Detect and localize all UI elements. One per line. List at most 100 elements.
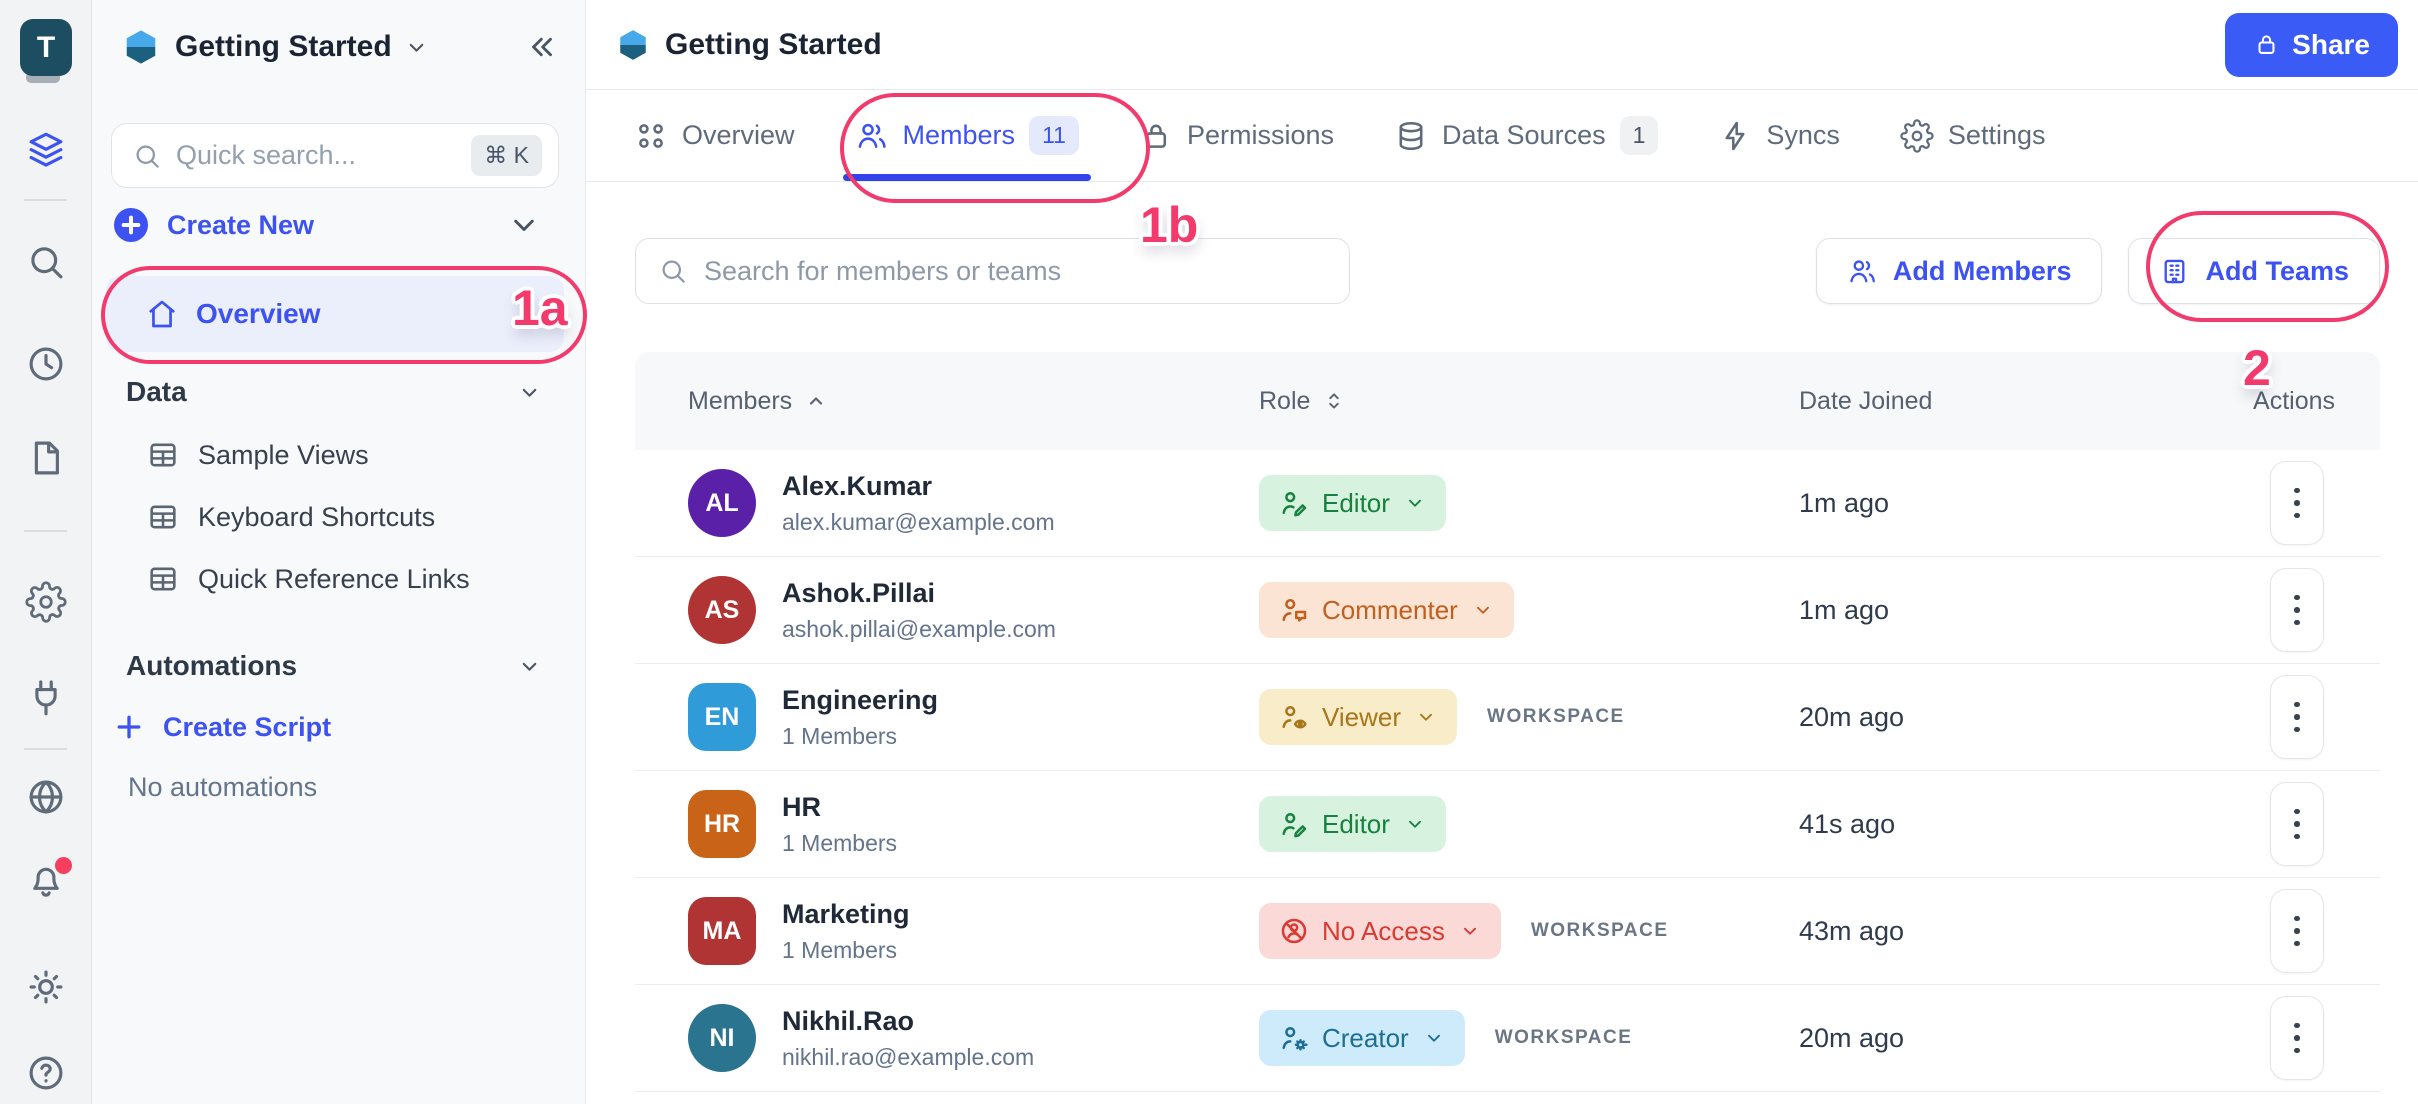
role-pill-commenter[interactable]: Commenter [1259, 582, 1514, 638]
workspace-logo-icon [616, 28, 650, 62]
globe-icon[interactable] [25, 776, 67, 818]
sidebar-item-quick-reference-links[interactable]: Quick Reference Links [111, 553, 542, 605]
member-name: Ashok.Pillai [782, 577, 936, 608]
member-search[interactable] [635, 238, 1350, 304]
row-actions-menu-button[interactable] [2270, 996, 2324, 1080]
member-cell: AS Ashok.Pillai ashok.pillai@example.com [688, 576, 1259, 644]
actions-cell [2259, 461, 2335, 545]
person-block-icon [1279, 916, 1309, 946]
member-cell: EN Engineering 1 Members [688, 683, 1259, 751]
table-icon [146, 500, 180, 534]
account-avatar[interactable]: T [20, 19, 72, 83]
table-row: AS Ashok.Pillai ashok.pillai@example.com… [635, 557, 2380, 664]
rail-divider [24, 748, 67, 750]
row-actions-menu-button[interactable] [2270, 675, 2324, 759]
column-header-members[interactable]: Members [688, 387, 1259, 416]
person-gear-icon [1279, 1023, 1309, 1053]
role-cell: Commenter [1259, 582, 1799, 638]
member-subtitle: alex.kumar@example.com [782, 508, 1055, 535]
table-row: EN Engineering 1 Members Viewer WORKSPAC… [635, 664, 2380, 771]
date-joined: 1m ago [1799, 594, 1890, 625]
tab-permissions[interactable]: Permissions [1139, 90, 1334, 181]
bolt-icon [1718, 119, 1752, 153]
search-icon[interactable] [25, 241, 67, 283]
table-row: AL Alex.Kumar alex.kumar@example.com Edi… [635, 450, 2380, 557]
layers-icon[interactable] [25, 129, 67, 171]
workspace-tag: WORKSPACE [1494, 1027, 1633, 1048]
member-search-input[interactable] [704, 255, 1327, 287]
sort-icon [1322, 389, 1346, 413]
actions-cell [2259, 782, 2335, 866]
theme-icon[interactable] [25, 966, 67, 1008]
plug-icon[interactable] [25, 677, 67, 719]
grid-icon [634, 119, 668, 153]
gear-icon [1900, 118, 1934, 153]
column-header-actions: Actions [2253, 386, 2335, 415]
sidebar-item-keyboard-shortcuts[interactable]: Keyboard Shortcuts [111, 491, 542, 543]
page-header: Getting Started Share [586, 0, 2418, 90]
create-script-button[interactable]: Create Script [111, 701, 542, 753]
tab-overview[interactable]: Overview [634, 90, 795, 181]
member-cell: AL Alex.Kumar alex.kumar@example.com [688, 469, 1259, 537]
section-header-data[interactable]: Data [111, 368, 542, 416]
row-actions-menu-button[interactable] [2270, 461, 2324, 545]
member-subtitle: nikhil.rao@example.com [782, 1043, 1035, 1070]
quick-search-input[interactable] [176, 140, 458, 171]
sidebar-item-sample-views[interactable]: Sample Views [111, 429, 542, 481]
member-cell: MA Marketing 1 Members [688, 897, 1259, 965]
avatar: EN [688, 683, 756, 751]
row-actions-menu-button[interactable] [2270, 568, 2324, 652]
row-actions-menu-button[interactable] [2270, 889, 2324, 973]
tab-settings[interactable]: Settings [1900, 90, 2045, 181]
add-members-button[interactable]: Add Members [1815, 238, 2103, 304]
section-header-automations[interactable]: Automations [111, 642, 542, 690]
quick-search[interactable]: ⌘ K [111, 123, 559, 188]
tab-data-sources[interactable]: Data Sources 1 [1394, 90, 1659, 181]
actions-cell [2259, 675, 2335, 759]
history-icon[interactable] [25, 343, 67, 385]
row-actions-menu-button[interactable] [2270, 782, 2324, 866]
sidebar-item-overview[interactable]: Overview [106, 276, 564, 352]
document-icon[interactable] [25, 437, 67, 479]
share-button[interactable]: Share [2225, 12, 2398, 77]
role-pill-viewer[interactable]: Viewer [1259, 689, 1458, 745]
tab-bar: Overview Members 11 Permissions Data Sources… [586, 90, 2418, 182]
date-joined: 41s ago [1799, 808, 1896, 839]
notifications-icon[interactable] [25, 857, 72, 902]
member-name: Alex.Kumar [782, 470, 933, 501]
person-comment-icon [1279, 595, 1309, 625]
add-teams-button[interactable]: Add Teams [2128, 238, 2380, 304]
workspace-switcher-chevron-icon[interactable] [404, 35, 429, 60]
role-pill-editor[interactable]: Editor [1259, 796, 1446, 852]
person-edit-icon [1279, 488, 1309, 518]
role-cell: Creator WORKSPACE [1259, 1010, 1799, 1066]
role-pill-editor[interactable]: Editor [1259, 475, 1446, 531]
create-new-button[interactable]: Create New [111, 199, 542, 251]
database-icon [1394, 119, 1428, 153]
actions-cell [2259, 889, 2335, 973]
role-pill-no_access[interactable]: No Access [1259, 903, 1501, 959]
help-icon[interactable] [25, 1052, 67, 1094]
collapse-sidebar-icon[interactable] [525, 30, 559, 64]
workspace-name: Getting Started [175, 30, 392, 63]
chevron-down-icon [1472, 599, 1494, 621]
settings-icon[interactable] [24, 581, 67, 623]
table-header-row: Members Role Date Joined Actions [635, 352, 2380, 450]
avatar: MA [688, 897, 756, 965]
chevron-down-icon [1415, 706, 1437, 728]
role-cell: Editor [1259, 475, 1799, 531]
chevron-down-icon [1459, 920, 1481, 942]
automations-empty-state: No automations [128, 771, 318, 802]
member-subtitle: 1 Members [782, 722, 898, 749]
tab-syncs[interactable]: Syncs [1718, 90, 1840, 181]
rail-divider [24, 199, 67, 201]
column-header-role[interactable]: Role [1259, 387, 1799, 416]
role-cell: Viewer WORKSPACE [1259, 689, 1799, 745]
role-pill-creator[interactable]: Creator [1259, 1010, 1465, 1066]
sidebar: Getting Started ⌘ K Create New Overview … [92, 0, 586, 1104]
tab-members[interactable]: Members 11 [842, 90, 1092, 181]
shortcut-badge: ⌘ K [471, 135, 542, 176]
avatar: NI [688, 1004, 756, 1072]
avatar: AS [688, 576, 756, 644]
sort-ascending-icon [804, 389, 828, 413]
